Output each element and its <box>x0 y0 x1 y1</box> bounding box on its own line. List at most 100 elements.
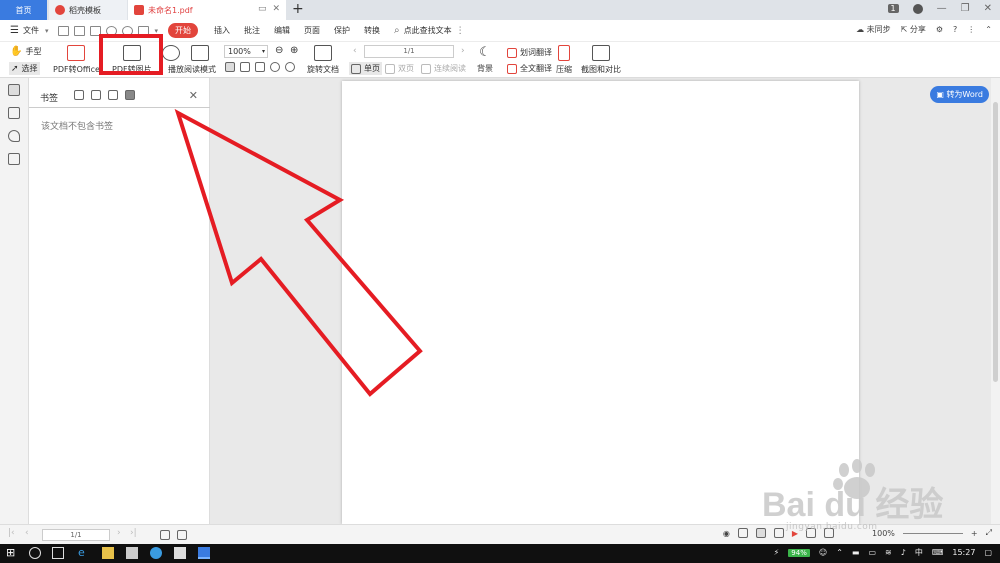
continuous-read-button[interactable]: 连续阅读 <box>421 63 466 74</box>
menu-file[interactable]: 文件 <box>23 25 39 36</box>
settings-icon[interactable]: ⚙ <box>936 25 943 34</box>
word-translate-button[interactable]: 划词翻译 <box>507 47 552 58</box>
thumbnail-icon[interactable] <box>8 107 20 119</box>
menu-page[interactable]: 页面 <box>304 25 320 36</box>
menu-comment[interactable]: 批注 <box>244 25 260 36</box>
forward-icon[interactable] <box>177 530 187 540</box>
next-page-icon[interactable]: › <box>117 528 121 538</box>
clock-app-icon[interactable] <box>150 547 162 559</box>
fit-page-icon[interactable] <box>225 62 235 72</box>
people-icon[interactable]: ☺ <box>819 548 827 557</box>
zoom-select[interactable]: 100% ▾ <box>224 45 268 58</box>
add-sub-bookmark-icon[interactable] <box>91 90 101 100</box>
rotate-right-icon[interactable] <box>285 62 295 72</box>
tab-close-icon[interactable]: ✕ <box>272 4 280 14</box>
menu-protect[interactable]: 保护 <box>334 25 350 36</box>
menu-edit[interactable]: 编辑 <box>274 25 290 36</box>
screenshot-compare-button[interactable]: 截图和对比 <box>581 45 621 75</box>
keyboard-icon[interactable]: ⌨ <box>932 548 944 557</box>
avatar[interactable] <box>912 3 923 14</box>
file-explorer-icon[interactable] <box>102 547 114 559</box>
prev-page-icon[interactable]: ‹ <box>25 528 29 538</box>
actual-size-icon[interactable] <box>240 62 250 72</box>
minimize-icon[interactable]: — <box>937 3 947 14</box>
read-mode-button[interactable]: 阅读模式 <box>184 45 216 75</box>
window-count-badge[interactable]: 1 <box>887 4 899 13</box>
compress-button[interactable]: 压缩 <box>556 45 572 75</box>
single-page-button[interactable]: 单页 <box>349 62 382 75</box>
last-page-icon[interactable]: ›| <box>130 528 137 538</box>
double-view-icon[interactable] <box>773 528 784 538</box>
search-text-link[interactable]: 点此查找文本 <box>404 25 452 36</box>
task-view-icon[interactable] <box>52 547 64 559</box>
edge-icon[interactable]: e <box>78 546 90 559</box>
open-icon[interactable] <box>58 25 70 36</box>
menu-insert[interactable]: 插入 <box>214 25 230 36</box>
wps-pdf-taskbar-icon[interactable] <box>198 547 210 559</box>
tray-chevron-icon[interactable]: ⌃ <box>836 548 843 557</box>
background-button[interactable]: ☾ 背景 <box>477 45 493 74</box>
volume-icon[interactable]: ♪ <box>901 548 906 557</box>
tray-app-icon[interactable]: ▬ <box>852 548 860 557</box>
windows-start-icon[interactable]: ⊞ <box>6 546 18 559</box>
sync-status[interactable]: ☁ 未同步 <box>856 24 891 35</box>
tab-document[interactable]: 未命名1.pdf ▭ ✕ <box>128 0 286 20</box>
next-page-icon[interactable]: › <box>461 46 465 56</box>
add-bookmark-icon[interactable] <box>74 90 84 100</box>
close-window-icon[interactable]: ✕ <box>984 3 992 14</box>
rotate-left-icon[interactable] <box>270 62 280 72</box>
convert-to-word-button[interactable]: ▣ 转为Word <box>930 86 989 103</box>
wifi-icon[interactable]: ≋ <box>885 548 892 557</box>
store-icon[interactable] <box>126 547 138 559</box>
tab-home[interactable]: 首页 <box>0 0 47 20</box>
restore-icon[interactable]: ❐ <box>961 3 970 14</box>
prev-page-icon[interactable]: ‹ <box>353 46 357 56</box>
zoom-in-status-icon[interactable]: + <box>971 529 978 538</box>
status-page-input[interactable]: 1/1 <box>42 529 110 541</box>
display-icon[interactable]: ▭ <box>868 548 876 557</box>
edit-bookmark-icon[interactable] <box>108 90 118 100</box>
pin-icon[interactable]: ▭ <box>258 4 267 14</box>
notification-icon[interactable]: ▢ <box>984 548 992 557</box>
zoom-out-icon[interactable]: ⊖ <box>275 45 283 56</box>
delete-bookmark-icon[interactable] <box>125 90 135 100</box>
hand-tool[interactable]: ✋ 手型 <box>10 46 41 57</box>
annotation-icon[interactable] <box>8 130 20 142</box>
more-options-icon[interactable]: ⋮ <box>967 25 975 34</box>
single-page-view-icon[interactable] <box>737 528 748 538</box>
page-number-input[interactable]: 1/1 <box>364 45 454 58</box>
help-icon[interactable]: ? <box>953 25 957 34</box>
save-icon[interactable] <box>74 25 86 36</box>
collapse-ribbon-icon[interactable]: ⌃ <box>985 25 992 34</box>
bookmark-panel-icon[interactable] <box>8 84 20 96</box>
zoom-in-icon[interactable]: ⊕ <box>290 45 298 56</box>
rotate-doc-button[interactable]: 旋转文档 <box>307 45 339 75</box>
fullscreen-icon[interactable]: ⤢ <box>986 528 992 538</box>
clock[interactable]: 15:27 <box>952 548 975 557</box>
double-page-button[interactable]: 双页 <box>385 63 414 74</box>
hamburger-icon[interactable]: ☰ <box>10 25 19 36</box>
full-translate-button[interactable]: 全文翻译 <box>507 63 552 74</box>
battery-indicator[interactable]: 94% <box>788 548 810 557</box>
vertical-scrollbar[interactable] <box>991 78 1000 524</box>
tab-template[interactable]: 稻壳模板 <box>49 0 127 20</box>
pdf-to-office-button[interactable]: PDF转Office <box>53 45 100 75</box>
new-tab-button[interactable]: + <box>292 1 304 17</box>
zoom-slider[interactable] <box>902 532 963 534</box>
share-button[interactable]: ⇱ 分享 <box>901 24 926 35</box>
mail-icon[interactable] <box>174 547 186 559</box>
ime-indicator[interactable]: 中 <box>915 547 923 558</box>
fit-width-icon[interactable] <box>255 62 265 72</box>
eye-protect-icon[interactable]: ◉ <box>723 529 730 538</box>
menu-start[interactable]: 开始 <box>168 23 198 38</box>
back-icon[interactable] <box>160 530 170 540</box>
first-page-icon[interactable]: |‹ <box>8 528 15 538</box>
continuous-view-icon[interactable] <box>755 528 766 538</box>
select-tool[interactable]: ➚ 选择 <box>9 62 40 75</box>
menu-convert[interactable]: 转换 <box>364 25 380 36</box>
scrollbar-thumb[interactable] <box>993 102 998 382</box>
more-icon[interactable]: ⋮ <box>456 26 465 36</box>
signature-icon[interactable] <box>8 153 20 165</box>
close-icon[interactable]: ✕ <box>189 89 198 102</box>
chevron-down-icon[interactable]: ▾ <box>45 27 49 35</box>
